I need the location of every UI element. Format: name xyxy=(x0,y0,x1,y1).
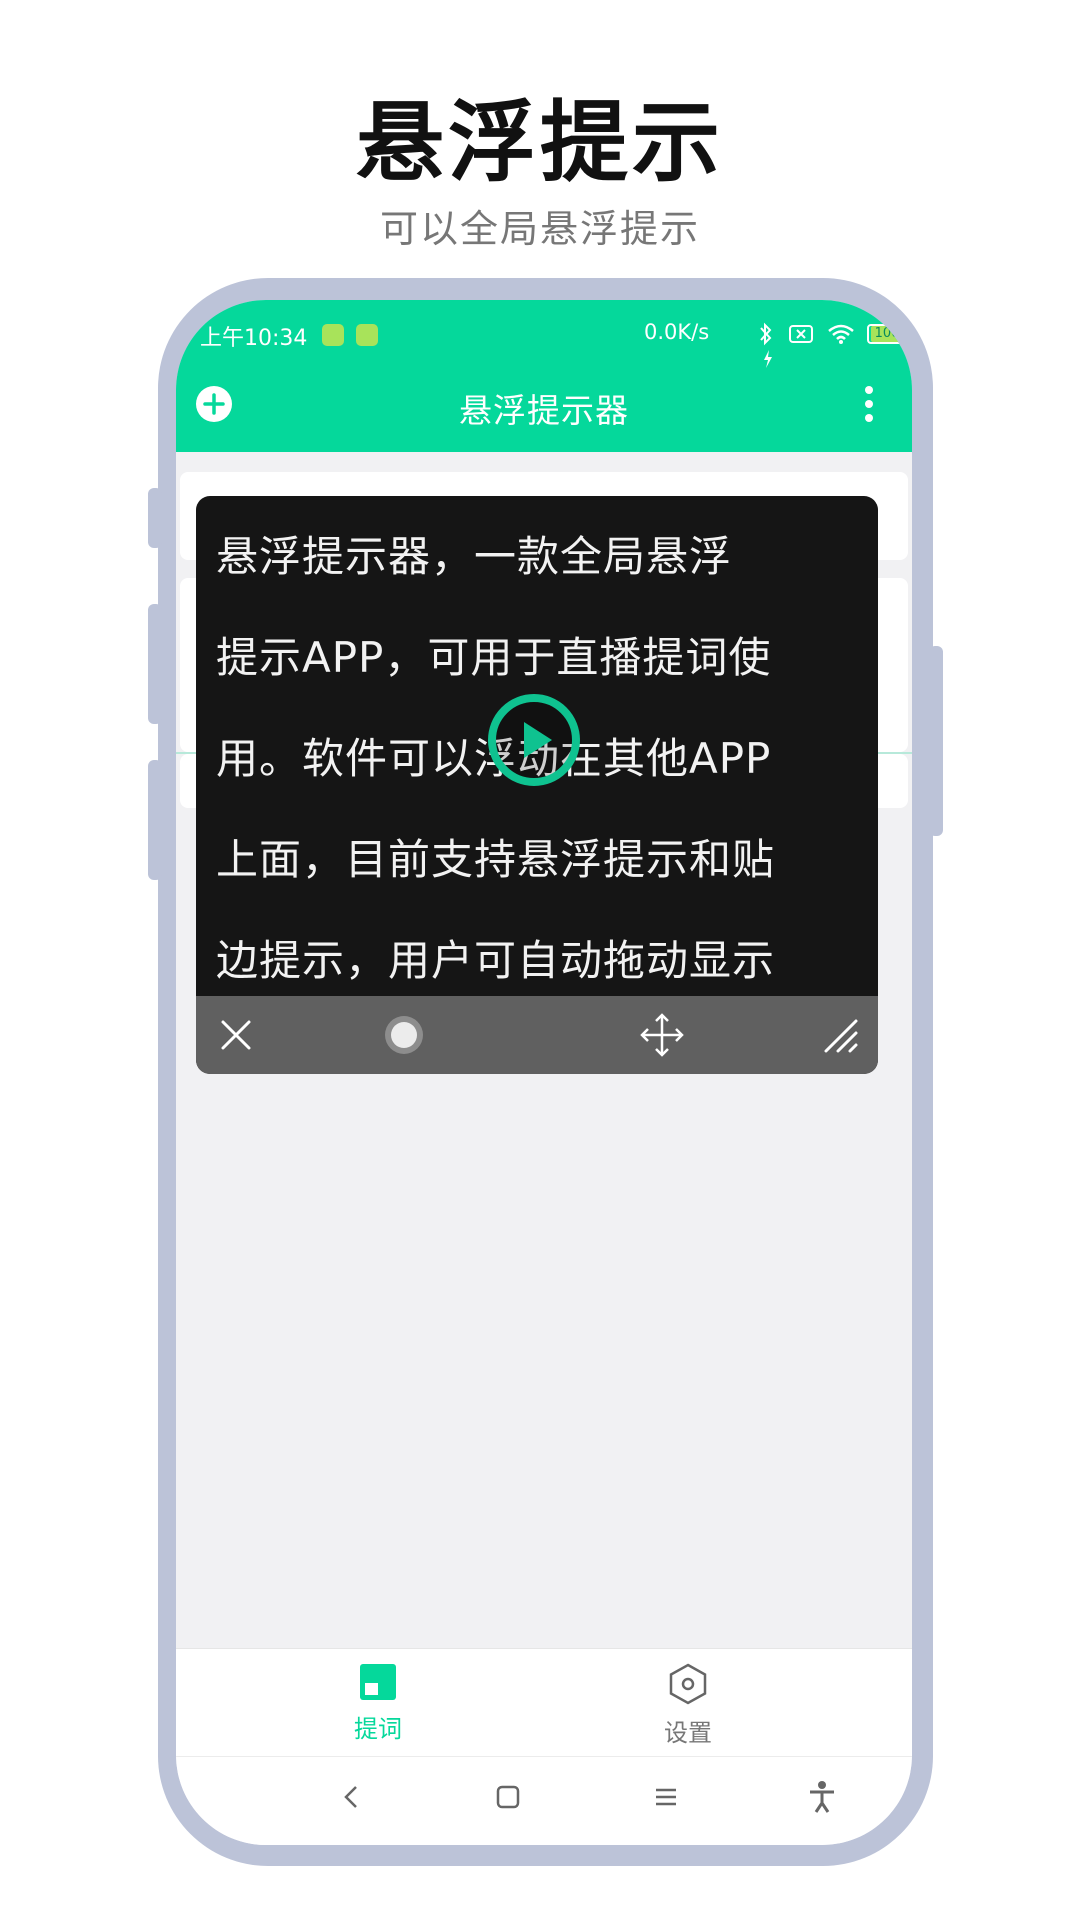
network-speed: 0.0K/s xyxy=(644,320,710,344)
wifi-icon xyxy=(827,324,854,344)
bot-icon xyxy=(356,324,378,346)
headline: 悬浮提示 xyxy=(355,91,724,194)
tab-prompt-label: 提词 xyxy=(354,1715,402,1743)
phone-side-button xyxy=(929,646,943,836)
battery-icon: 100 xyxy=(867,323,908,344)
bluetooth-icon xyxy=(760,322,772,345)
battery-level: 100 xyxy=(871,325,904,342)
home-icon[interactable] xyxy=(490,1779,526,1815)
system-nav xyxy=(176,1756,912,1845)
status-time: 上午10:34 xyxy=(200,326,308,351)
record-toggle-icon[interactable] xyxy=(384,1015,424,1055)
app-title: 悬浮提示器 xyxy=(459,391,629,430)
back-icon[interactable] xyxy=(334,1779,370,1815)
bottom-nav: 提词 设置 xyxy=(176,1648,912,1756)
prompter-line: 悬浮提示器，一款全局悬浮 xyxy=(216,532,733,581)
close-icon[interactable] xyxy=(216,1015,256,1055)
tab-settings[interactable]: 设置 xyxy=(628,1663,748,1748)
phone-side-button xyxy=(148,760,162,880)
prompter-line: 上面，目前支持悬浮提示和贴 xyxy=(216,835,776,884)
prompt-icon xyxy=(360,1664,396,1700)
move-icon[interactable] xyxy=(638,1011,686,1059)
resize-icon[interactable] xyxy=(820,1015,860,1055)
status-bar: 上午10:34 0.0K/s 100 xyxy=(176,314,912,368)
more-vertical-icon[interactable] xyxy=(862,384,876,424)
top-bar: 上午10:34 0.0K/s 100 悬浮提示器 xyxy=(176,300,912,452)
subline: 可以全局悬浮提示 xyxy=(379,207,700,251)
sim-off-icon xyxy=(789,324,814,343)
charging-icon xyxy=(764,350,772,368)
bot-icon xyxy=(322,324,344,346)
settings-hex-icon xyxy=(669,1663,707,1705)
phone-side-button xyxy=(148,604,162,724)
phone-screen: 上午10:34 0.0K/s 100 悬浮提示器 悬浮提示器，一款全局悬浮 提示… xyxy=(176,300,912,1845)
recents-icon[interactable] xyxy=(648,1779,684,1815)
tab-settings-label: 设置 xyxy=(664,1719,712,1747)
play-icon[interactable] xyxy=(486,692,582,788)
floating-prompter[interactable]: 悬浮提示器，一款全局悬浮 提示APP，可用于直播提词使 用。软件可以浮动在其他A… xyxy=(196,496,878,1074)
phone-side-button xyxy=(148,488,162,548)
tab-prompt[interactable]: 提词 xyxy=(318,1663,438,1744)
prompter-toolbar xyxy=(196,996,878,1074)
accessibility-icon[interactable] xyxy=(804,1779,840,1815)
